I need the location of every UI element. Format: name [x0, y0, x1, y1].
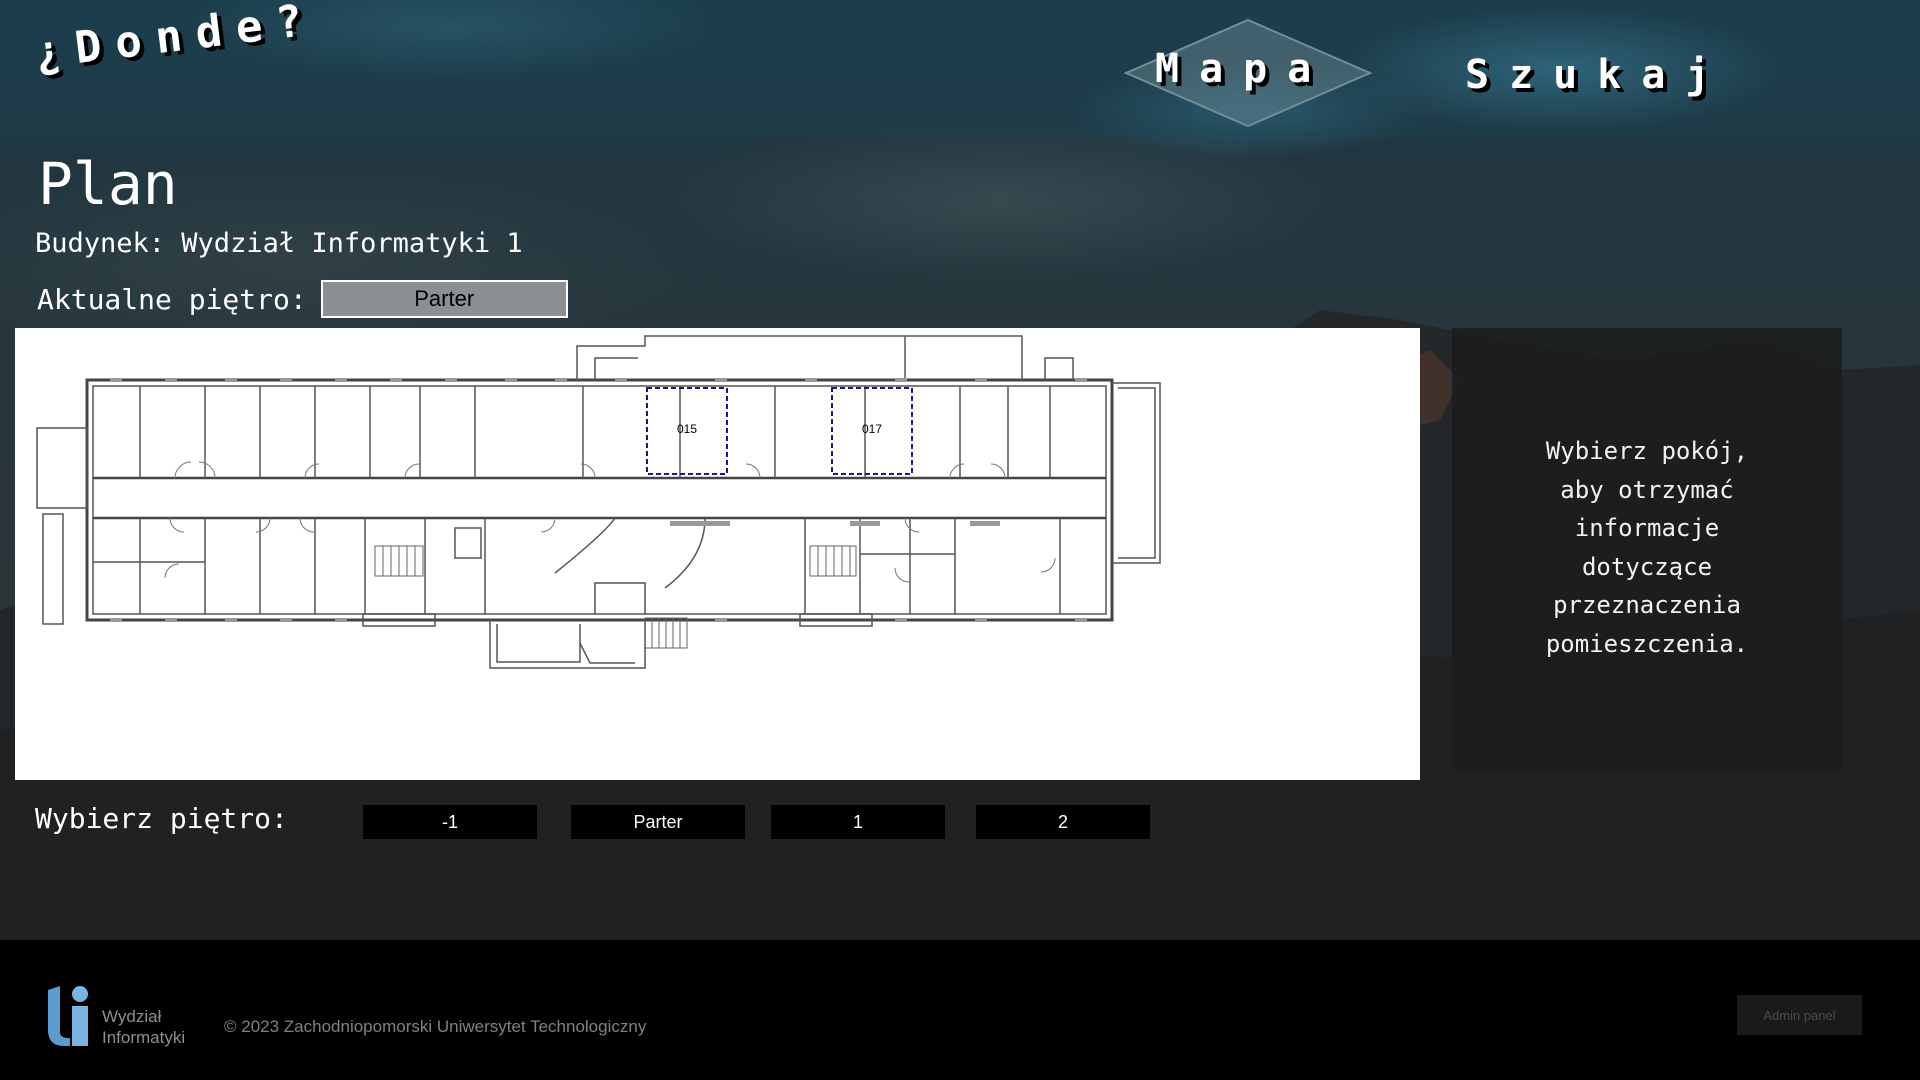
faculty-logo-text: Wydział Informatyki [102, 1007, 186, 1047]
building-label: Budynek: Wydział Informatyki 1 [35, 228, 523, 259]
current-floor-select[interactable]: Parter [320, 280, 568, 318]
room-info-panel: Wybierz pokój, aby otrzymać informacje d… [1452, 328, 1842, 771]
faculty-logo-icon [48, 986, 88, 1046]
floor-plan-drawing: 015 017 [36, 335, 1161, 669]
floor-button-1[interactable]: 1 [771, 805, 945, 839]
current-floor-label: Aktualne piętro: [37, 282, 307, 316]
site-logo[interactable]: ¿Donde? [32, 0, 320, 79]
floor-button-parter[interactable]: Parter [571, 805, 745, 839]
nav-mapa-link[interactable]: Mapa [1155, 46, 1331, 92]
admin-panel-button[interactable]: Admin panel [1737, 995, 1862, 1035]
floor-button-2[interactable]: 2 [976, 805, 1150, 839]
room-info-text: Wybierz pokój, aby otrzymać informacje d… [1545, 437, 1749, 658]
room-015[interactable]: 015 [646, 387, 728, 475]
room-017-label: 017 [862, 422, 882, 436]
nav-szukaj-link[interactable]: Szukaj [1465, 52, 1730, 98]
top-bar: ¿Donde? Mapa Szukaj [0, 0, 1920, 137]
floor-plan: 015 017 [15, 328, 1420, 780]
room-017[interactable]: 017 [831, 387, 913, 475]
room-015-label: 015 [677, 422, 697, 436]
floor-button-minus1[interactable]: -1 [363, 805, 537, 839]
copyright-text: © 2023 Zachodniopomorski Uniwersytet Tec… [224, 1017, 647, 1036]
current-floor-row: Aktualne piętro: Parter [37, 280, 568, 318]
floor-picker-label: Wybierz piętro: [35, 802, 288, 835]
footer: Wydział Informatyki © 2023 Zachodniopomo… [0, 940, 1920, 1080]
page-title: Plan [38, 150, 178, 218]
